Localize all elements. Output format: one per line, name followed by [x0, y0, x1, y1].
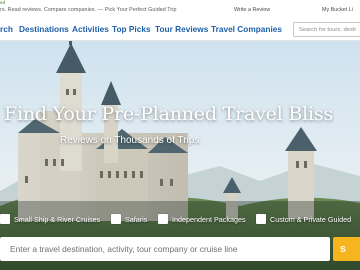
filter-label: Independent Packages	[172, 214, 246, 224]
hero-subhead: Reviews on Thousands of Trips	[60, 135, 200, 146]
nav-item-destinations[interactable]: Destinations	[19, 24, 69, 34]
header-search-input[interactable]	[293, 22, 360, 37]
checkbox[interactable]	[256, 214, 266, 224]
castle-background-image	[0, 41, 360, 270]
hero-headline: Find Your Pre-Planned Travel Bliss	[4, 103, 334, 125]
nav-item-tour-reviews[interactable]: Tour Reviews	[155, 24, 208, 34]
bucket-list-link[interactable]: My Bucket Li	[322, 7, 353, 13]
search-button[interactable]: S	[333, 237, 360, 261]
filter-label: Small Ship & River Cruises	[14, 214, 101, 224]
checkbox[interactable]	[0, 214, 10, 224]
write-review-link[interactable]: Write a Review	[234, 7, 270, 13]
nav-item-top-picks[interactable]: Top Picks	[112, 24, 151, 34]
hero-banner: Find Your Pre-Planned Travel Bliss Revie…	[0, 41, 360, 270]
filter-label: Safaris	[125, 214, 148, 224]
filter-safaris[interactable]: Safaris	[111, 212, 147, 226]
filter-independent-packages[interactable]: Independent Packages	[158, 212, 246, 226]
site-tagline: rs. Read reviews. Compare companies. — P…	[0, 7, 177, 13]
checkbox[interactable]	[158, 214, 168, 224]
nav-item-activities[interactable]: Activities	[72, 24, 109, 34]
filter-label: Custom & Private Guided	[270, 214, 352, 224]
top-utility-bar: ed rs. Read reviews. Compare companies. …	[0, 0, 360, 20]
nav-item-search[interactable]: rch	[0, 24, 13, 34]
nav-item-travel-companies[interactable]: Travel Companies	[211, 24, 282, 34]
trip-type-filters: Small Ship & River Cruises Safaris Indep…	[0, 212, 360, 226]
checkbox[interactable]	[111, 214, 121, 224]
destination-search-input[interactable]	[0, 237, 330, 261]
brand-fragment: ed	[0, 0, 6, 5]
main-nav: rch Destinations Activities Top Picks To…	[0, 20, 360, 41]
filter-custom-private-guided[interactable]: Custom & Private Guided	[256, 212, 351, 226]
filter-small-ship-river-cruises[interactable]: Small Ship & River Cruises	[0, 212, 100, 226]
